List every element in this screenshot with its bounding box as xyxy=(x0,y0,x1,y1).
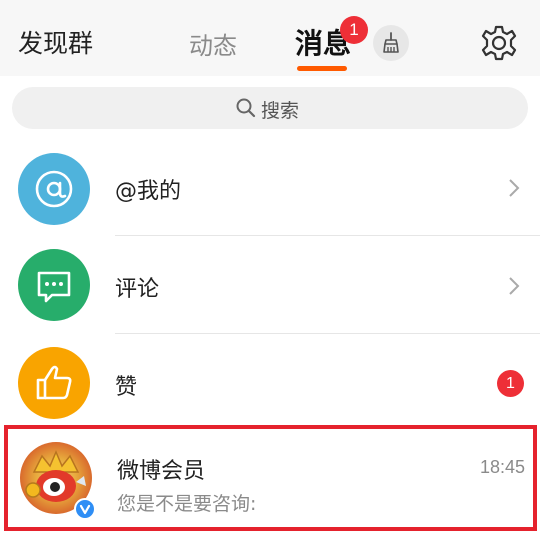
likes-label: 赞 xyxy=(115,375,138,400)
at-icon xyxy=(18,153,90,225)
comments-label: 评论 xyxy=(115,277,160,302)
search-input[interactable]: 搜索 xyxy=(12,87,528,129)
likes-unread-badge: 1 xyxy=(497,370,524,397)
thumbs-up-icon xyxy=(18,347,90,419)
search-placeholder: 搜索 xyxy=(261,100,300,122)
gear-icon xyxy=(481,25,517,61)
list-item-mentions[interactable]: @我的 xyxy=(0,138,540,236)
conversation-item-weibo-vip[interactable]: 微博会员 18:45 您是不是要咨询: xyxy=(4,425,537,531)
settings-button[interactable] xyxy=(479,23,519,63)
clear-unread-button[interactable] xyxy=(373,25,409,61)
verified-badge-icon xyxy=(74,498,96,520)
comment-icon xyxy=(18,249,90,321)
broom-icon xyxy=(383,32,399,53)
list-item-likes[interactable]: 赞 1 xyxy=(0,334,540,432)
conversation-timestamp: 18:45 xyxy=(480,457,526,477)
conversation-preview: 您是不是要咨询: xyxy=(117,493,257,515)
tab-dynamic[interactable]: 动态 xyxy=(189,26,237,61)
conversation-name: 微博会员 xyxy=(117,459,206,484)
messages-unread-badge: 1 xyxy=(340,16,368,44)
top-bar: 发现群 动态 消息 1 xyxy=(0,0,540,76)
list-item-comments[interactable]: 评论 xyxy=(0,236,540,334)
active-tab-indicator xyxy=(297,66,347,71)
search-icon xyxy=(236,98,256,118)
chevron-right-icon xyxy=(509,179,520,197)
chevron-right-icon xyxy=(509,277,520,295)
discover-groups-button[interactable]: 发现群 xyxy=(18,24,93,60)
mentions-label: @我的 xyxy=(115,179,182,204)
